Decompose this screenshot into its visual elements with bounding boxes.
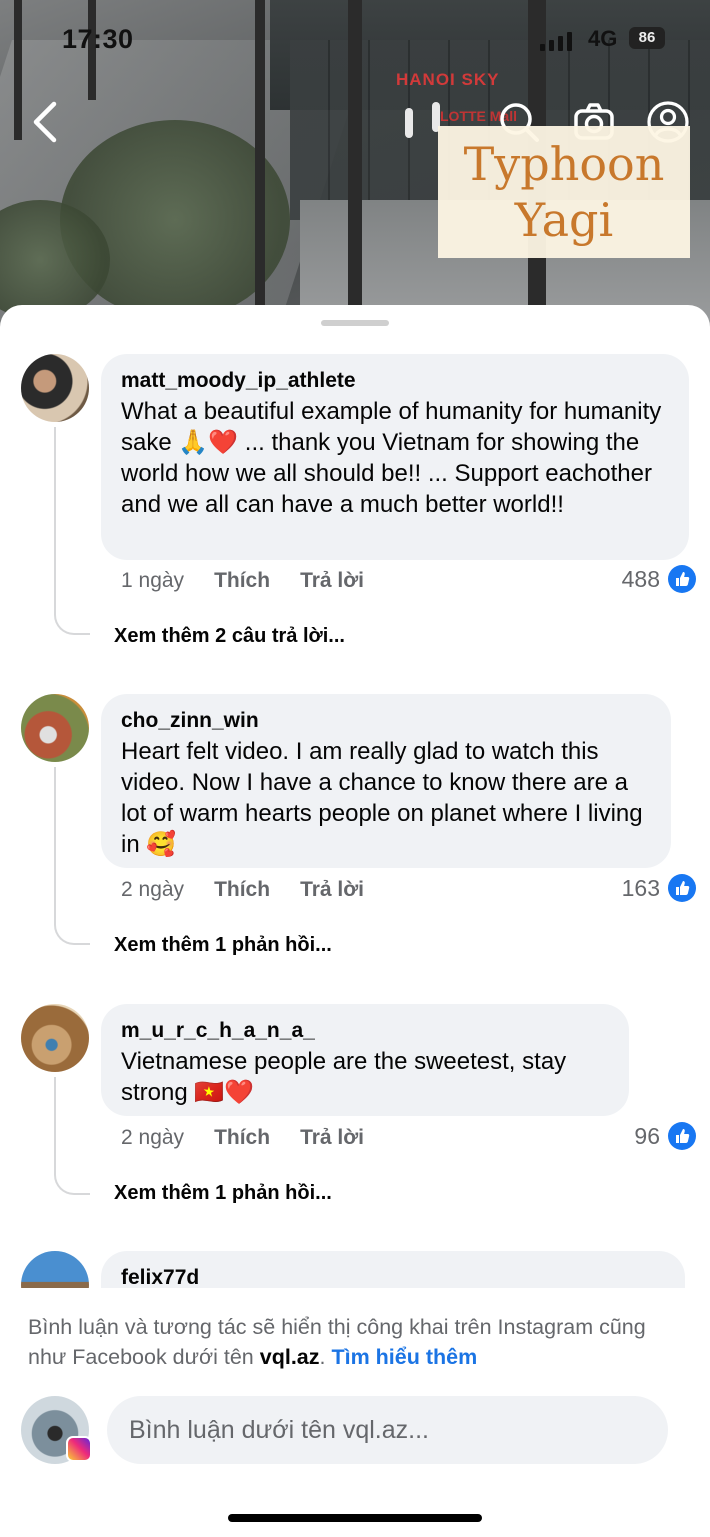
view-more-replies-link[interactable]: Xem thêm 2 câu trả lời... <box>114 625 345 648</box>
reply-button[interactable]: Trả lời <box>300 1126 364 1150</box>
home-indicator[interactable] <box>228 1514 482 1522</box>
battery-icon: 86 <box>629 27 665 49</box>
comment-bubble[interactable]: matt_moody_ip_athlete What a beautiful e… <box>101 354 689 560</box>
instagram-icon <box>66 1436 92 1462</box>
like-thumb-icon <box>668 1122 696 1150</box>
like-count-value: 488 <box>621 565 660 592</box>
like-count[interactable]: 96 <box>634 1122 696 1150</box>
video-sign: HANOI SKY <box>396 70 500 89</box>
comment-meta: 2 ngày Thích Trả lời <box>121 878 364 902</box>
video-person <box>405 108 413 138</box>
comment-text: What a beautiful example of humanity for… <box>121 398 662 518</box>
learn-more-link[interactable]: Tìm hiểu thêm <box>331 1345 477 1369</box>
comment-composer-footer: Bình luận và tương tác sẽ hiển thị công … <box>0 1288 710 1537</box>
avatar[interactable] <box>21 1004 89 1072</box>
comment-meta: 1 ngày Thích Trả lời <box>121 569 364 593</box>
avatar[interactable] <box>21 694 89 762</box>
status-bar: 17:30 4G 86 <box>0 0 710 70</box>
reply-thread-line <box>54 767 90 945</box>
overlay-title-line1: Typhoon <box>463 137 665 191</box>
reply-thread-line <box>54 427 90 635</box>
like-count-value: 96 <box>634 1122 660 1149</box>
comment-author[interactable]: matt_moody_ip_athlete <box>121 368 669 394</box>
like-count[interactable]: 488 <box>622 565 696 593</box>
overlay-title-line2: Yagi <box>514 193 614 247</box>
status-time: 17:30 <box>62 24 134 54</box>
comment-bubble[interactable]: cho_zinn_win Heart felt video. I am real… <box>101 694 671 868</box>
signal-strength-icon <box>540 32 572 51</box>
like-thumb-icon <box>668 874 696 902</box>
view-more-replies-link[interactable]: Xem thêm 1 phản hồi... <box>114 934 332 957</box>
like-button[interactable]: Thích <box>214 569 270 593</box>
video-title-overlay: Typhoon Yagi <box>438 126 690 258</box>
network-type: 4G <box>588 26 618 51</box>
like-count-value: 163 <box>621 874 660 901</box>
sheet-drag-handle[interactable] <box>321 320 389 326</box>
reply-thread-line <box>54 1077 90 1195</box>
comment-bubble[interactable]: m_u_r_c_h_a_n_a_ Vietnamese people are t… <box>101 1004 629 1116</box>
notice-username: vql.az <box>259 1345 320 1369</box>
comment-input[interactable] <box>107 1396 668 1464</box>
comment-author[interactable]: cho_zinn_win <box>121 708 651 734</box>
public-comment-notice: Bình luận và tương tác sẽ hiển thị công … <box>28 1312 688 1372</box>
comment-author[interactable]: m_u_r_c_h_a_n_a_ <box>121 1018 609 1044</box>
like-thumb-icon <box>668 565 696 593</box>
avatar[interactable] <box>21 354 89 422</box>
view-more-replies-link[interactable]: Xem thêm 1 phản hồi... <box>114 1182 332 1205</box>
like-count[interactable]: 163 <box>622 874 696 902</box>
reply-button[interactable]: Trả lời <box>300 878 364 902</box>
reply-button[interactable]: Trả lời <box>300 569 364 593</box>
comment-text: Heart felt video. I am really glad to wa… <box>121 738 643 858</box>
video-preview[interactable]: HANOI SKY LOTTE Mall 17:30 4G 86 Typhoon… <box>0 0 710 330</box>
comment-time: 2 ngày <box>121 878 185 901</box>
chevron-left-icon[interactable] <box>26 98 66 146</box>
notice-period: . <box>319 1345 326 1369</box>
comment-meta: 2 ngày Thích Trả lời <box>121 1126 364 1150</box>
comment-time: 1 ngày <box>121 569 185 592</box>
comment-time: 2 ngày <box>121 1126 185 1149</box>
like-button[interactable]: Thích <box>214 878 270 902</box>
comment-text: Vietnamese people are the sweetest, stay… <box>121 1048 567 1106</box>
like-button[interactable]: Thích <box>214 1126 270 1150</box>
